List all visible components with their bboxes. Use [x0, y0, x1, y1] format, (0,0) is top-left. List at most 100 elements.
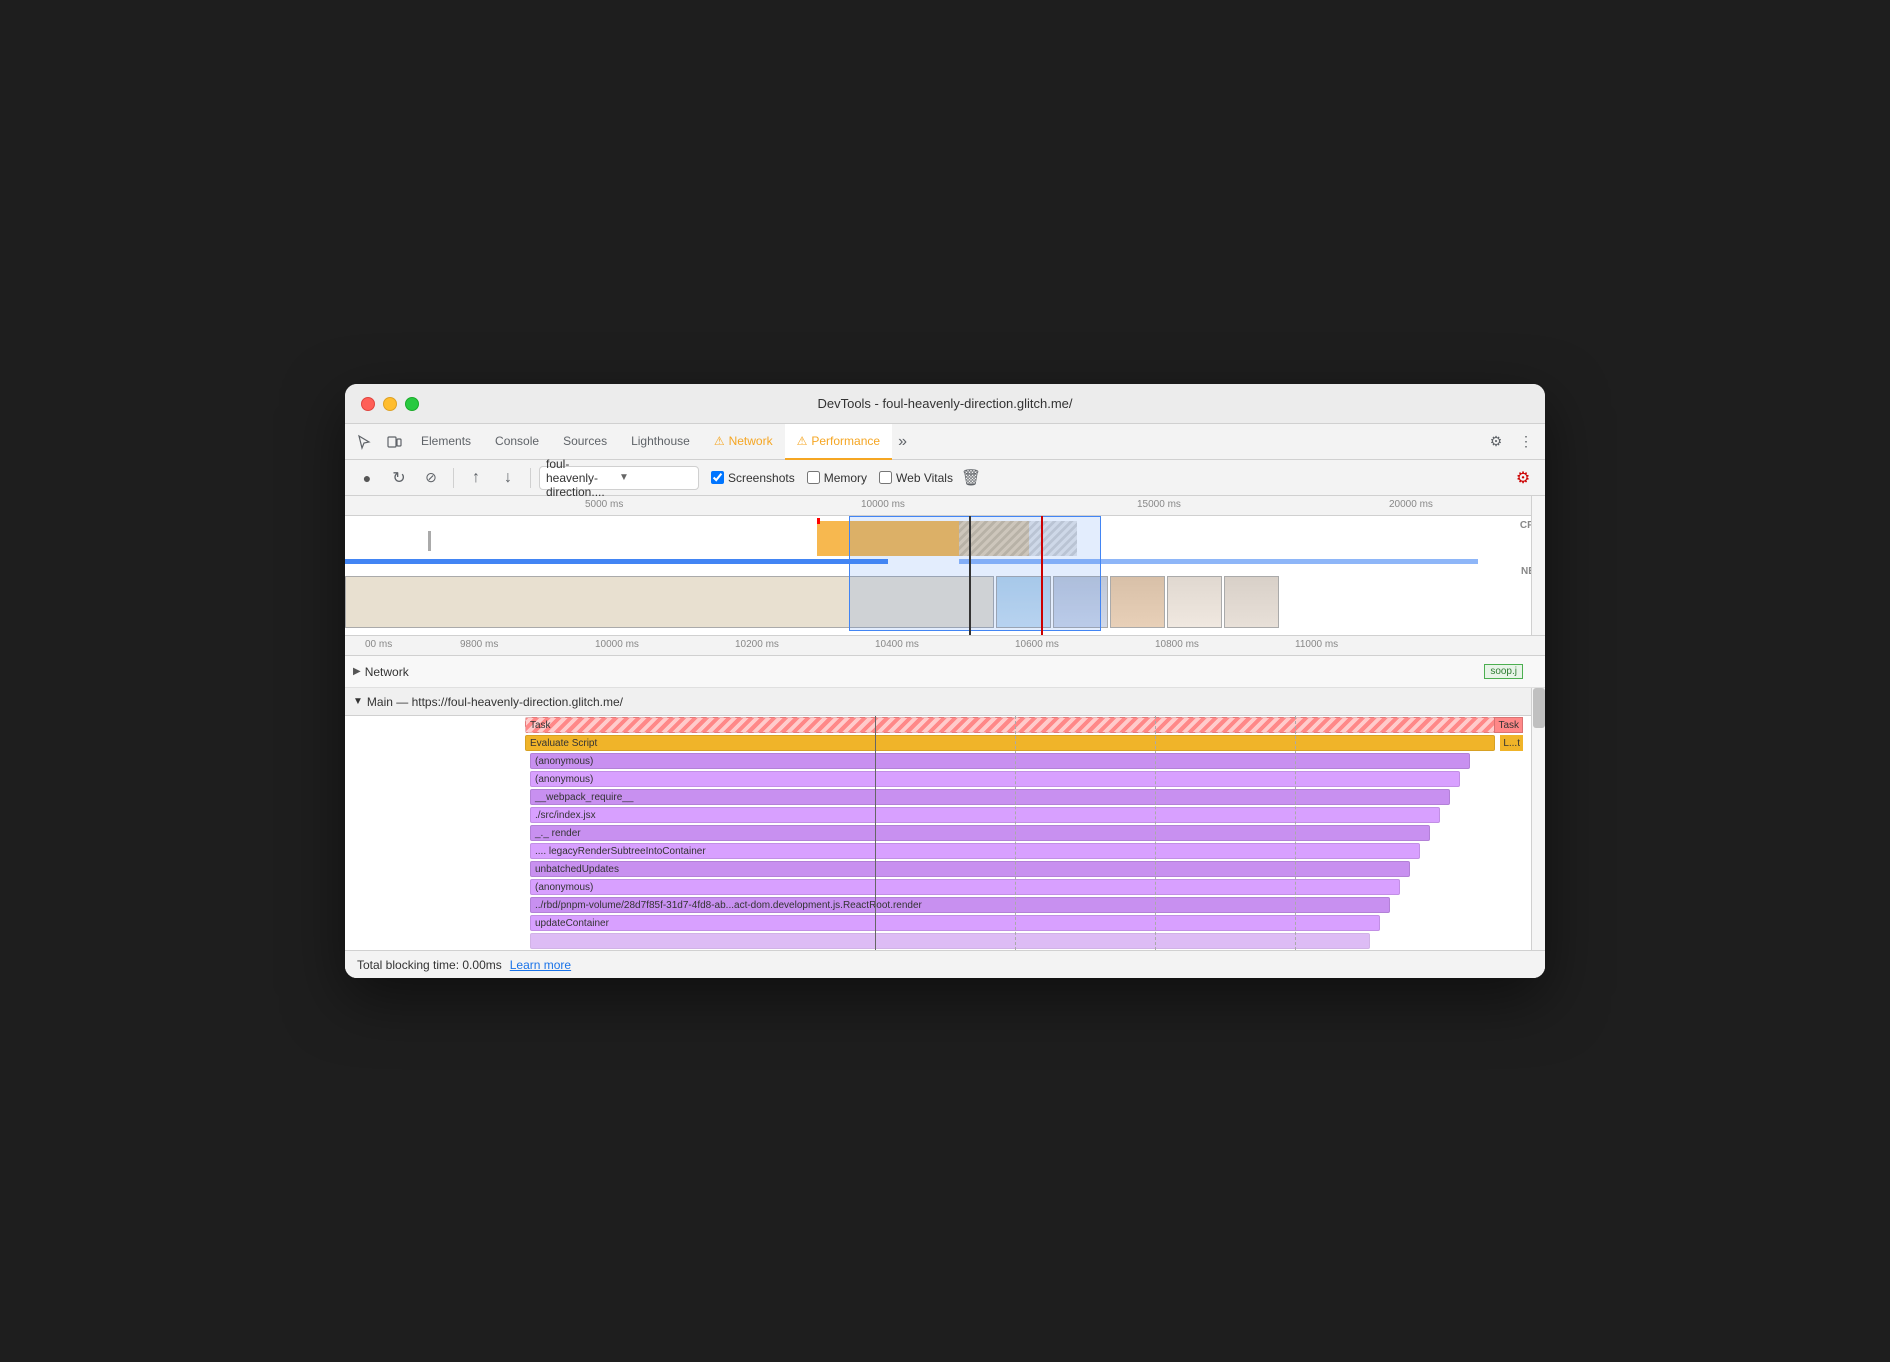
- stop-button[interactable]: ⊘: [417, 464, 445, 492]
- marker-red: [1041, 516, 1043, 636]
- devtools-window: DevTools - foul-heavenly-direction.glitc…: [345, 384, 1545, 978]
- separator-1: [453, 468, 454, 488]
- anon3-bar[interactable]: (anonymous): [530, 879, 1400, 895]
- flame-row-anon2: (anonymous): [345, 770, 1545, 788]
- vertical-dashed-3: [1295, 716, 1296, 950]
- network-section: ▶ Network soop.j: [345, 656, 1545, 688]
- flame-row-legacy: .... legacyRenderSubtreeIntoContainer: [345, 842, 1545, 860]
- screenshot-3: [1110, 576, 1165, 628]
- reload-button[interactable]: ↻: [385, 464, 413, 492]
- reactroot-bar[interactable]: ../rbd/pnpm-volume/28d7f85f-31d7-4fd8-ab…: [530, 897, 1390, 913]
- flame-row-anon3: (anonymous): [345, 878, 1545, 896]
- mini-red-marker: [817, 518, 820, 524]
- flame-scroll-thumb[interactable]: [1533, 688, 1545, 728]
- detail-tick-10000: 10000 ms: [595, 639, 639, 650]
- overview-ruler: 5000 ms 10000 ms 15000 ms 20000 ms: [345, 496, 1545, 516]
- screenshots-check[interactable]: Screenshots: [711, 471, 795, 485]
- separator-2: [530, 468, 531, 488]
- maximize-button[interactable]: [405, 397, 419, 411]
- partial-bar: [530, 933, 1370, 949]
- detail-tick-11000: 11000 ms: [1295, 639, 1338, 650]
- traffic-lights: [361, 397, 419, 411]
- flame-container: ▼ Main — https://foul-heavenly-direction…: [345, 688, 1545, 950]
- window-title: DevTools - foul-heavenly-direction.glitc…: [817, 396, 1072, 411]
- marker-black: [969, 516, 971, 636]
- toolbar: ● ↻ ⊘ ↑ ↓ foul-heavenly-direction.... ▼ …: [345, 460, 1545, 496]
- task-right-label: Task: [1494, 717, 1523, 733]
- vertical-dashed-2: [1155, 716, 1156, 950]
- download-button[interactable]: ↓: [494, 464, 522, 492]
- memory-check[interactable]: Memory: [807, 471, 867, 485]
- flame-row-render: _._ render: [345, 824, 1545, 842]
- devtools-body: Elements Console Sources Lighthouse ⚠ Ne…: [345, 424, 1545, 978]
- anon1-bar[interactable]: (anonymous): [530, 753, 1470, 769]
- tab-network[interactable]: ⚠ Network: [702, 424, 785, 460]
- anon2-bar[interactable]: (anonymous): [530, 771, 1460, 787]
- vertical-marker-1: [875, 716, 876, 950]
- settings-button[interactable]: ⚙: [1481, 427, 1511, 457]
- cpu-spike-1: [428, 531, 431, 551]
- screenshot-4: [1167, 576, 1222, 628]
- memory-checkbox[interactable]: [807, 471, 820, 484]
- flame-row-webpack: __webpack_require__: [345, 788, 1545, 806]
- web-vitals-checkbox[interactable]: [879, 471, 892, 484]
- record-button[interactable]: ●: [353, 464, 381, 492]
- perf-settings-button[interactable]: ⚙: [1509, 464, 1537, 492]
- main-section-header[interactable]: ▼ Main — https://foul-heavenly-direction…: [345, 688, 1545, 716]
- dropdown-arrow: ▼: [619, 472, 692, 483]
- flame-row-index: ./src/index.jsx: [345, 806, 1545, 824]
- performance-warning-icon: ⚠: [797, 434, 808, 448]
- device-tab[interactable]: [379, 427, 409, 457]
- flame-area[interactable]: Task Task Evaluate Script L...t: [345, 716, 1545, 950]
- tab-lighthouse[interactable]: Lighthouse: [619, 424, 702, 460]
- timeline-overview[interactable]: 5000 ms 10000 ms 15000 ms 20000 ms CPU N…: [345, 496, 1545, 636]
- minimize-button[interactable]: [383, 397, 397, 411]
- detail-tick-9800: 9800 ms: [460, 639, 498, 650]
- evaluate-bar[interactable]: Evaluate Script: [525, 735, 1495, 751]
- tab-console[interactable]: Console: [483, 424, 551, 460]
- tick-20000: 20000 ms: [1389, 499, 1433, 510]
- tick-5000: 5000 ms: [585, 499, 623, 510]
- profile-dropdown[interactable]: foul-heavenly-direction.... ▼: [539, 466, 699, 490]
- overview-scrollbar[interactable]: [1531, 496, 1545, 635]
- viewport-selection: [849, 516, 1101, 631]
- more-options-button[interactable]: ⋮: [1511, 427, 1541, 457]
- toolbar-checkboxes: Screenshots Memory Web Vitals: [711, 471, 953, 485]
- vertical-dashed-1: [1015, 716, 1016, 950]
- flame-row-task: Task Task: [345, 716, 1545, 734]
- tab-sources[interactable]: Sources: [551, 424, 619, 460]
- unbatched-bar[interactable]: unbatchedUpdates: [530, 861, 1410, 877]
- tick-15000: 15000 ms: [1137, 499, 1181, 510]
- network-right-label: soop.j: [1484, 664, 1523, 679]
- legacy-bar[interactable]: .... legacyRenderSubtreeIntoContainer: [530, 843, 1420, 859]
- tab-elements[interactable]: Elements: [409, 424, 483, 460]
- web-vitals-check[interactable]: Web Vitals: [879, 471, 953, 485]
- detail-tick-10400: 10400 ms: [875, 639, 919, 650]
- main-triangle: ▼: [353, 696, 363, 707]
- flame-scrollbar[interactable]: [1531, 688, 1545, 950]
- network-warning-icon: ⚠: [714, 434, 725, 448]
- update-bar[interactable]: updateContainer: [530, 915, 1380, 931]
- tab-bar: Elements Console Sources Lighthouse ⚠ Ne…: [345, 424, 1545, 460]
- status-text: Total blocking time: 0.00ms: [357, 958, 502, 972]
- network-row[interactable]: ▶ Network: [345, 656, 1545, 688]
- upload-button[interactable]: ↑: [462, 464, 490, 492]
- timeline-tracks: CPU NET: [345, 516, 1545, 636]
- clear-button[interactable]: 🗑: [957, 464, 985, 492]
- detail-tick-10200: 10200 ms: [735, 639, 779, 650]
- detail-tick-10800: 10800 ms: [1155, 639, 1199, 650]
- tab-performance[interactable]: ⚠ Performance: [785, 424, 892, 460]
- learn-more-link[interactable]: Learn more: [510, 958, 571, 972]
- screenshots-checkbox[interactable]: [711, 471, 724, 484]
- evaluate-right-label: L...t: [1500, 735, 1523, 751]
- blue-band-1: [345, 559, 888, 564]
- index-bar[interactable]: ./src/index.jsx: [530, 807, 1440, 823]
- tab-more[interactable]: »: [892, 424, 913, 460]
- flame-row-partial: [345, 932, 1545, 950]
- cursor-tab[interactable]: [349, 427, 379, 457]
- webpack-bar[interactable]: __webpack_require__: [530, 789, 1450, 805]
- flame-row-anon1: (anonymous): [345, 752, 1545, 770]
- status-bar: Total blocking time: 0.00ms Learn more: [345, 950, 1545, 978]
- flame-row-evaluate: Evaluate Script L...t: [345, 734, 1545, 752]
- close-button[interactable]: [361, 397, 375, 411]
